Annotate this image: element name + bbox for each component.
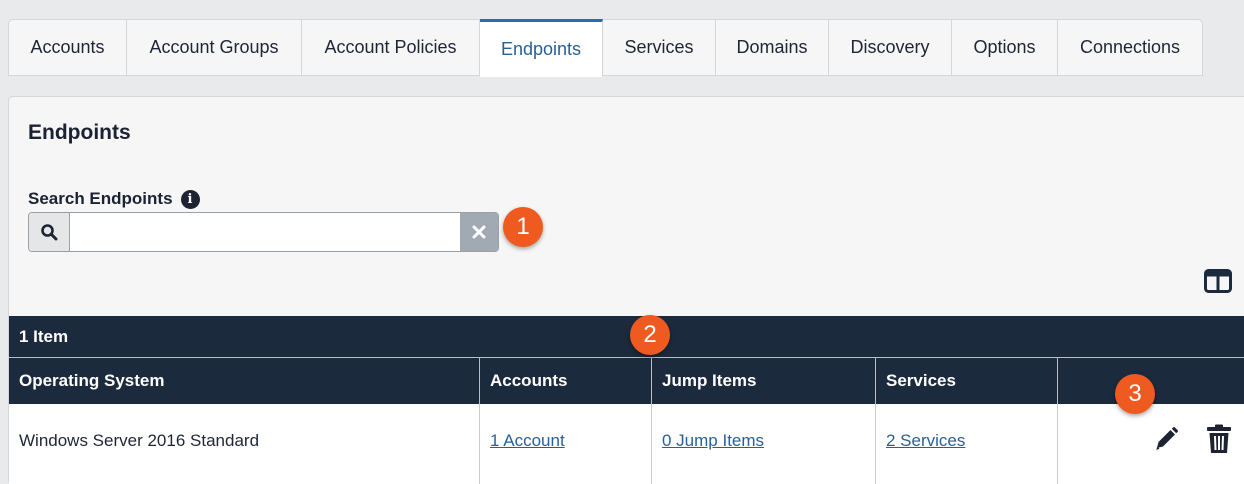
cell-actions (1058, 404, 1244, 484)
table-header-row: Operating System Accounts Jump Items Ser… (9, 358, 1244, 404)
page-title: Endpoints (28, 121, 131, 144)
tab-connections[interactable]: Connections (1058, 19, 1203, 76)
callout-badge-1: 1 (503, 207, 543, 247)
column-header-operating-system[interactable]: Operating System (9, 358, 480, 404)
endpoints-panel: Endpoints Search Endpoints i 1 1 Item Op… (8, 96, 1244, 484)
table-row: Windows Server 2016 Standard 1 Account 0… (9, 404, 1244, 484)
search-box (28, 212, 499, 252)
tab-services[interactable]: Services (603, 19, 716, 76)
cell-operating-system: Windows Server 2016 Standard (9, 404, 480, 484)
clear-icon[interactable] (460, 213, 498, 251)
cell-accounts: 1 Account (480, 404, 652, 484)
tab-account-policies[interactable]: Account Policies (302, 19, 480, 76)
tab-bar: Accounts Account Groups Account Policies… (8, 19, 1203, 77)
column-header-jump-items[interactable]: Jump Items (652, 358, 876, 404)
services-link[interactable]: 2 Services (886, 431, 965, 451)
cell-services: 2 Services (876, 404, 1058, 484)
column-header-services[interactable]: Services (876, 358, 1058, 404)
info-icon[interactable]: i (180, 189, 200, 209)
jump-items-link[interactable]: 0 Jump Items (662, 431, 764, 451)
callout-badge-2: 2 (630, 315, 670, 355)
tab-options[interactable]: Options (952, 19, 1058, 76)
table-count-bar: 1 Item (9, 316, 1244, 358)
columns-icon[interactable] (1204, 269, 1232, 293)
search-input[interactable] (70, 213, 460, 251)
tab-account-groups[interactable]: Account Groups (127, 19, 302, 76)
cell-jump-items: 0 Jump Items (652, 404, 876, 484)
tab-discovery[interactable]: Discovery (829, 19, 952, 76)
item-count: 1 Item (19, 326, 69, 346)
tab-endpoints[interactable]: Endpoints (480, 19, 603, 77)
search-label: Search Endpoints i (28, 189, 200, 209)
callout-badge-3: 3 (1115, 374, 1155, 414)
accounts-link[interactable]: 1 Account (490, 431, 565, 451)
tab-domains[interactable]: Domains (716, 19, 829, 76)
column-header-accounts[interactable]: Accounts (480, 358, 652, 404)
search-icon[interactable] (29, 213, 70, 251)
edit-icon[interactable] (1152, 425, 1180, 458)
tab-accounts[interactable]: Accounts (8, 19, 127, 76)
search-label-text: Search Endpoints (28, 189, 173, 208)
trash-icon[interactable] (1206, 424, 1232, 459)
